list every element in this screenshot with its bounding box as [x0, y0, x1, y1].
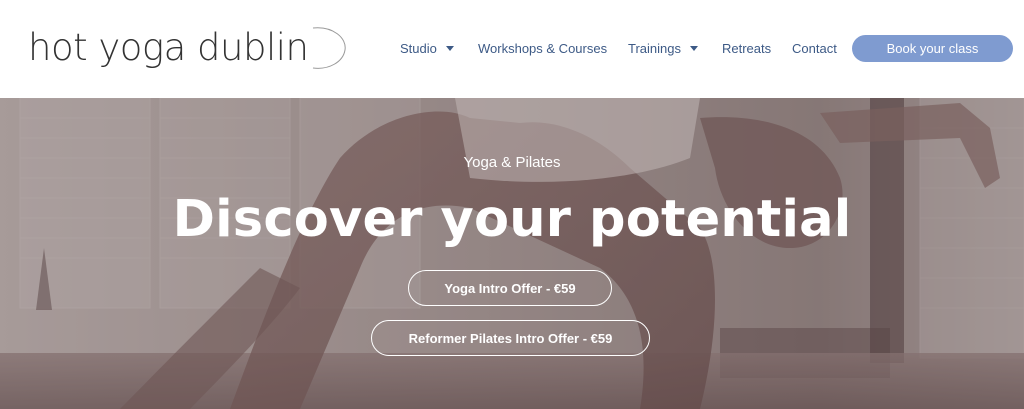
nav-item-retreats[interactable]: Retreats [722, 36, 771, 60]
hero-section: Yoga & Pilates Discover your potential Y… [0, 98, 1024, 409]
hero-overlay [0, 98, 1024, 409]
pilates-intro-offer-button[interactable]: Reformer Pilates Intro Offer - €59 [371, 320, 650, 356]
book-class-button[interactable]: Book your class [852, 35, 1013, 62]
nav-item-label: Trainings [628, 40, 681, 56]
hero-subtitle: Yoga & Pilates [463, 154, 561, 171]
logo[interactable]: hot yoga dublin [28, 22, 346, 72]
nav-item-studio[interactable]: Studio [400, 36, 454, 60]
chevron-down-icon [689, 45, 698, 51]
logo-text: hot yoga dublin [28, 25, 309, 69]
nav-item-label: Retreats [722, 40, 772, 56]
nav-item-contact[interactable]: Contact [792, 36, 837, 60]
nav-item-trainings[interactable]: Trainings [628, 36, 698, 60]
yoga-intro-offer-button[interactable]: Yoga Intro Offer - €59 [408, 270, 612, 306]
nav-item-workshops-courses[interactable]: Workshops & Courses [478, 36, 607, 60]
nav-item-label: Workshops & Courses [478, 40, 608, 56]
chevron-down-icon [445, 45, 454, 51]
site-header: hot yoga dublin Studio Workshops & Cours… [0, 0, 1024, 98]
hero-headline: Discover your potential [172, 190, 852, 249]
nav-item-label: Contact [792, 40, 837, 56]
logo-ring-icon [312, 27, 346, 69]
nav-item-label: Studio [400, 40, 437, 56]
